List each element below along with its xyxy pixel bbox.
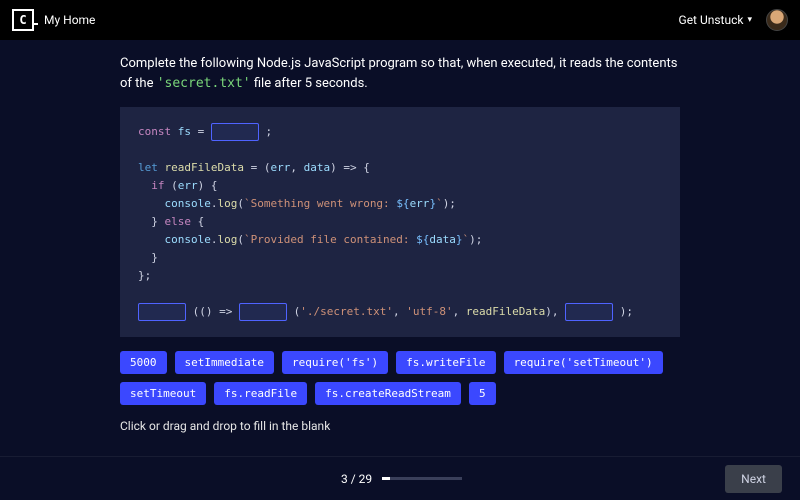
code-token: ) { bbox=[198, 177, 218, 195]
code-token: ); bbox=[613, 303, 633, 321]
instruction-hint: Click or drag and drop to fill in the bl… bbox=[120, 419, 680, 433]
code-token: log bbox=[217, 231, 237, 249]
code-token: } bbox=[138, 249, 158, 267]
chevron-down-icon: ▾ bbox=[747, 15, 752, 25]
code-token: if bbox=[138, 177, 171, 195]
my-home-link[interactable]: My Home bbox=[44, 13, 95, 27]
code-token: { bbox=[198, 213, 205, 231]
code-token: ), bbox=[545, 303, 565, 321]
progress-track[interactable] bbox=[382, 477, 462, 480]
header-right: Get Unstuck ▾ bbox=[679, 9, 788, 31]
code-token: } bbox=[138, 213, 165, 231]
progress-indicator: 3 / 29 bbox=[341, 472, 462, 486]
next-button[interactable]: Next bbox=[725, 465, 782, 493]
progress-label: 3 / 29 bbox=[341, 472, 372, 486]
code-token: }; bbox=[138, 267, 151, 285]
code-token: err bbox=[178, 177, 198, 195]
header-left: C My Home bbox=[12, 9, 95, 31]
code-token: readFileData bbox=[466, 303, 545, 321]
code-token: = bbox=[191, 123, 211, 141]
code-token: const bbox=[138, 123, 178, 141]
get-unstuck-button[interactable]: Get Unstuck ▾ bbox=[679, 13, 752, 27]
code-blank-4[interactable] bbox=[565, 303, 613, 321]
code-blank-2[interactable] bbox=[138, 303, 186, 321]
code-token: console bbox=[138, 231, 211, 249]
code-token: ; bbox=[259, 123, 272, 141]
code-token: data bbox=[304, 159, 331, 177]
code-token: log bbox=[217, 195, 237, 213]
code-token: err bbox=[410, 195, 430, 213]
code-token: `Something went wrong: bbox=[244, 195, 396, 213]
prompt-filename: 'secret.txt' bbox=[157, 76, 251, 91]
code-token: ) => { bbox=[330, 159, 370, 177]
code-block: const fs = ; let readFileData = (err, da… bbox=[120, 107, 680, 337]
code-token: data bbox=[429, 231, 456, 249]
code-token: './secret.txt' bbox=[300, 303, 393, 321]
code-token: 'utf-8' bbox=[406, 303, 452, 321]
chip-5[interactable]: 5 bbox=[469, 382, 496, 405]
chip-require-fs[interactable]: require('fs') bbox=[282, 351, 388, 374]
code-token: } bbox=[456, 231, 463, 249]
code-token: console bbox=[138, 195, 211, 213]
code-token: err bbox=[270, 159, 290, 177]
app-header: C My Home Get Unstuck ▾ bbox=[0, 0, 800, 40]
chip-fs-readfile[interactable]: fs.readFile bbox=[214, 382, 307, 405]
code-token: ${ bbox=[416, 231, 429, 249]
code-token: ); bbox=[443, 195, 456, 213]
question-prompt: Complete the following Node.js JavaScrip… bbox=[120, 54, 680, 93]
code-token: = ( bbox=[244, 159, 271, 177]
prompt-post: file after 5 seconds. bbox=[251, 76, 368, 91]
chip-setimmediate[interactable]: setImmediate bbox=[175, 351, 274, 374]
get-unstuck-label: Get Unstuck bbox=[679, 13, 744, 27]
code-token: , bbox=[453, 303, 466, 321]
code-token: readFileData bbox=[165, 159, 244, 177]
code-token: fs bbox=[178, 123, 191, 141]
code-token: , bbox=[290, 159, 303, 177]
avatar[interactable] bbox=[766, 9, 788, 31]
code-token: , bbox=[393, 303, 406, 321]
code-token: . bbox=[211, 195, 218, 213]
chip-fs-createreadstream[interactable]: fs.createReadStream bbox=[315, 382, 461, 405]
code-token: ` bbox=[463, 231, 470, 249]
code-token: . bbox=[211, 231, 218, 249]
chip-require-settimeout[interactable]: require('setTimeout') bbox=[504, 351, 663, 374]
code-token: (() => bbox=[186, 303, 239, 321]
answer-chips: 5000 setImmediate require('fs') fs.write… bbox=[120, 351, 680, 405]
code-token: ( bbox=[171, 177, 178, 195]
code-blank-1[interactable] bbox=[211, 123, 259, 141]
chip-fs-writefile[interactable]: fs.writeFile bbox=[396, 351, 495, 374]
code-token: ( bbox=[287, 303, 300, 321]
code-token: ); bbox=[469, 231, 482, 249]
code-token: ${ bbox=[396, 195, 409, 213]
chip-5000[interactable]: 5000 bbox=[120, 351, 167, 374]
lesson-footer: 3 / 29 Next bbox=[0, 456, 800, 500]
code-token: `Provided file contained: bbox=[244, 231, 416, 249]
progress-fill bbox=[382, 477, 390, 480]
code-token: ` bbox=[436, 195, 443, 213]
code-token: ( bbox=[237, 231, 244, 249]
code-token: ( bbox=[237, 195, 244, 213]
lesson-content: Complete the following Node.js JavaScrip… bbox=[0, 40, 800, 456]
code-token: } bbox=[429, 195, 436, 213]
chip-settimeout[interactable]: setTimeout bbox=[120, 382, 206, 405]
code-token: else bbox=[165, 213, 198, 231]
code-blank-3[interactable] bbox=[239, 303, 287, 321]
logo-icon[interactable]: C bbox=[12, 9, 34, 31]
code-token: let bbox=[138, 159, 165, 177]
